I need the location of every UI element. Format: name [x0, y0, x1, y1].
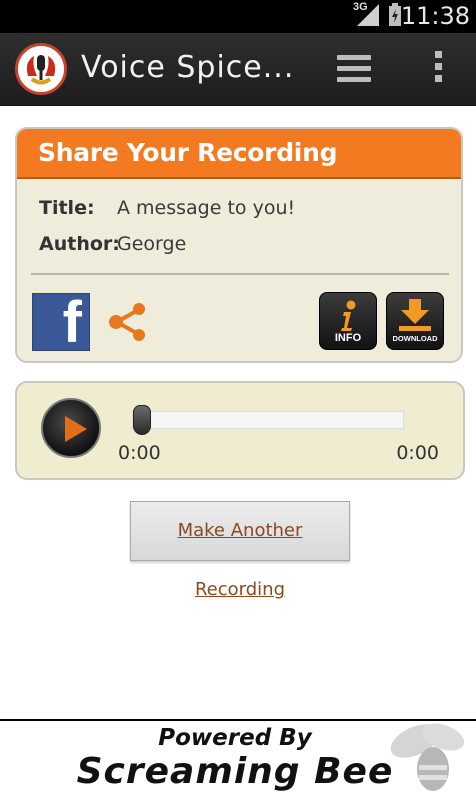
title-row: Title: A message to you!	[39, 197, 295, 220]
download-icon	[399, 299, 431, 331]
play-icon	[65, 416, 87, 442]
facebook-share-button[interactable]: f	[32, 290, 90, 355]
seek-bar[interactable]	[132, 411, 404, 429]
info-label: INFO	[334, 332, 362, 344]
make-another-recording-label: Make Another Recording	[177, 520, 303, 600]
powered-by-text: Powered By	[158, 725, 312, 751]
share-recording-card: Share Your Recording Title: A message to …	[15, 127, 463, 363]
info-button[interactable]: INFO	[319, 292, 377, 350]
share-card-header: Share Your Recording	[17, 129, 461, 179]
network-type: 3G	[353, 1, 368, 13]
facebook-icon: f	[62, 290, 82, 355]
make-another-recording-button[interactable]: Make Another Recording	[130, 501, 350, 600]
author-value: George	[117, 233, 187, 255]
play-button[interactable]	[41, 398, 101, 458]
clock: 11:38	[400, 2, 470, 30]
info-icon	[341, 300, 356, 331]
title-label: Title:	[39, 197, 95, 219]
app-title: Voice Spice...	[81, 50, 295, 85]
status-bar: 3G 11:38	[0, 0, 476, 33]
author-label: Author:	[39, 233, 120, 255]
overflow-menu-icon[interactable]	[430, 51, 446, 89]
current-time: 0:00	[118, 442, 161, 464]
duration: 0:00	[396, 442, 439, 464]
powered-by-banner[interactable]: Powered By Screaming Bee	[0, 719, 476, 794]
action-bar: Voice Spice...	[0, 33, 476, 106]
download-label: DOWNLOAD	[392, 334, 438, 343]
audio-player: 0:00 0:00	[15, 381, 465, 480]
hamburger-menu-icon[interactable]	[337, 55, 371, 85]
download-button[interactable]: DOWNLOAD	[386, 292, 444, 350]
title-value: A message to you!	[117, 197, 296, 219]
divider	[31, 273, 449, 275]
seek-thumb[interactable]	[133, 405, 151, 435]
share-icon[interactable]	[107, 301, 149, 343]
author-row: Author:George	[39, 233, 186, 256]
app-logo-icon[interactable]	[15, 43, 67, 95]
brand-text: Screaming Bee	[76, 751, 394, 792]
